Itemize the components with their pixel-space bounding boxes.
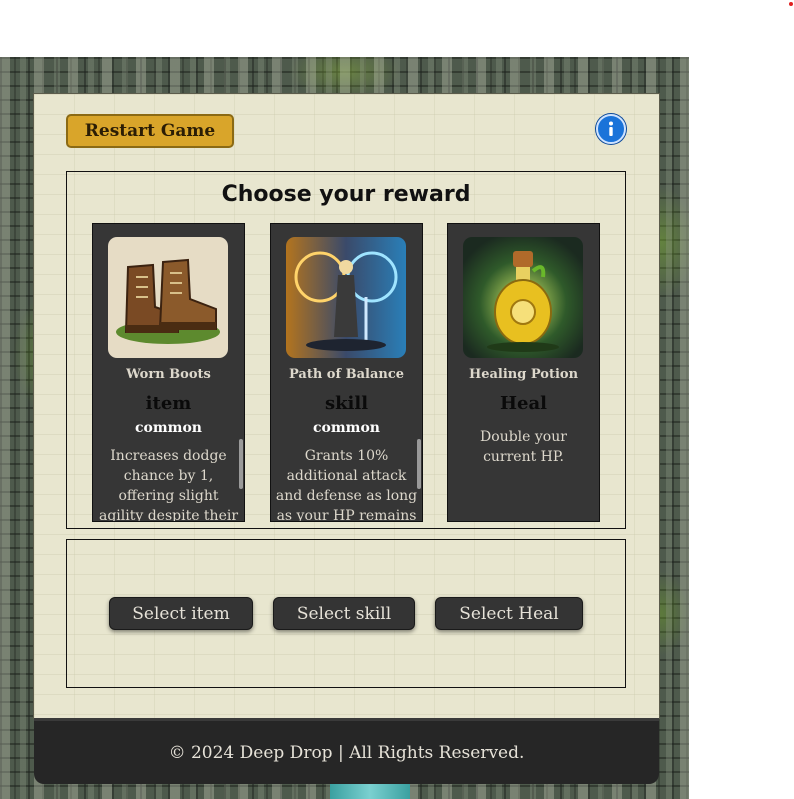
card-rarity: common xyxy=(312,420,380,436)
card-name: Path of Balance xyxy=(288,367,405,382)
reward-card-heal[interactable]: Healing Potion Heal Double your current … xyxy=(447,223,600,522)
balance-icon xyxy=(286,237,406,358)
potion-icon xyxy=(463,237,583,358)
corner-marker xyxy=(789,2,793,6)
footer: © 2024 Deep Drop | All Rights Reserved. xyxy=(34,718,659,784)
reward-card-skill[interactable]: Path of Balance skill common Grants 10% … xyxy=(270,223,423,522)
select-item-button[interactable]: Select item xyxy=(109,597,253,630)
reward-title: Choose your reward xyxy=(221,182,471,207)
restart-game-button[interactable]: Restart Game xyxy=(66,114,234,148)
boots-icon xyxy=(108,237,228,358)
card-name: Healing Potion xyxy=(468,367,579,382)
select-skill-button[interactable]: Select skill xyxy=(273,597,415,630)
background-glow xyxy=(330,784,410,799)
card-description: Increases dodge chance by 1, offering sl… xyxy=(98,448,239,522)
card-scrollbar[interactable] xyxy=(417,439,421,489)
card-type: Heal xyxy=(500,393,547,414)
card-name: Worn Boots xyxy=(126,367,211,382)
select-heal-button[interactable]: Select Heal xyxy=(435,597,583,630)
reward-card-item[interactable]: Worn Boots item common Increases dodge c… xyxy=(92,223,245,522)
card-description: Double your current HP. xyxy=(480,429,567,465)
card-scrollbar[interactable] xyxy=(239,439,243,489)
card-rarity: common xyxy=(134,420,202,436)
card-type: skill xyxy=(324,393,369,414)
card-type: item xyxy=(145,393,192,414)
info-icon[interactable] xyxy=(596,114,626,144)
card-description: Grants 10% additional attack and defense… xyxy=(275,448,418,522)
footer-copyright: © 2024 Deep Drop | All Rights Reserved. xyxy=(168,742,525,763)
